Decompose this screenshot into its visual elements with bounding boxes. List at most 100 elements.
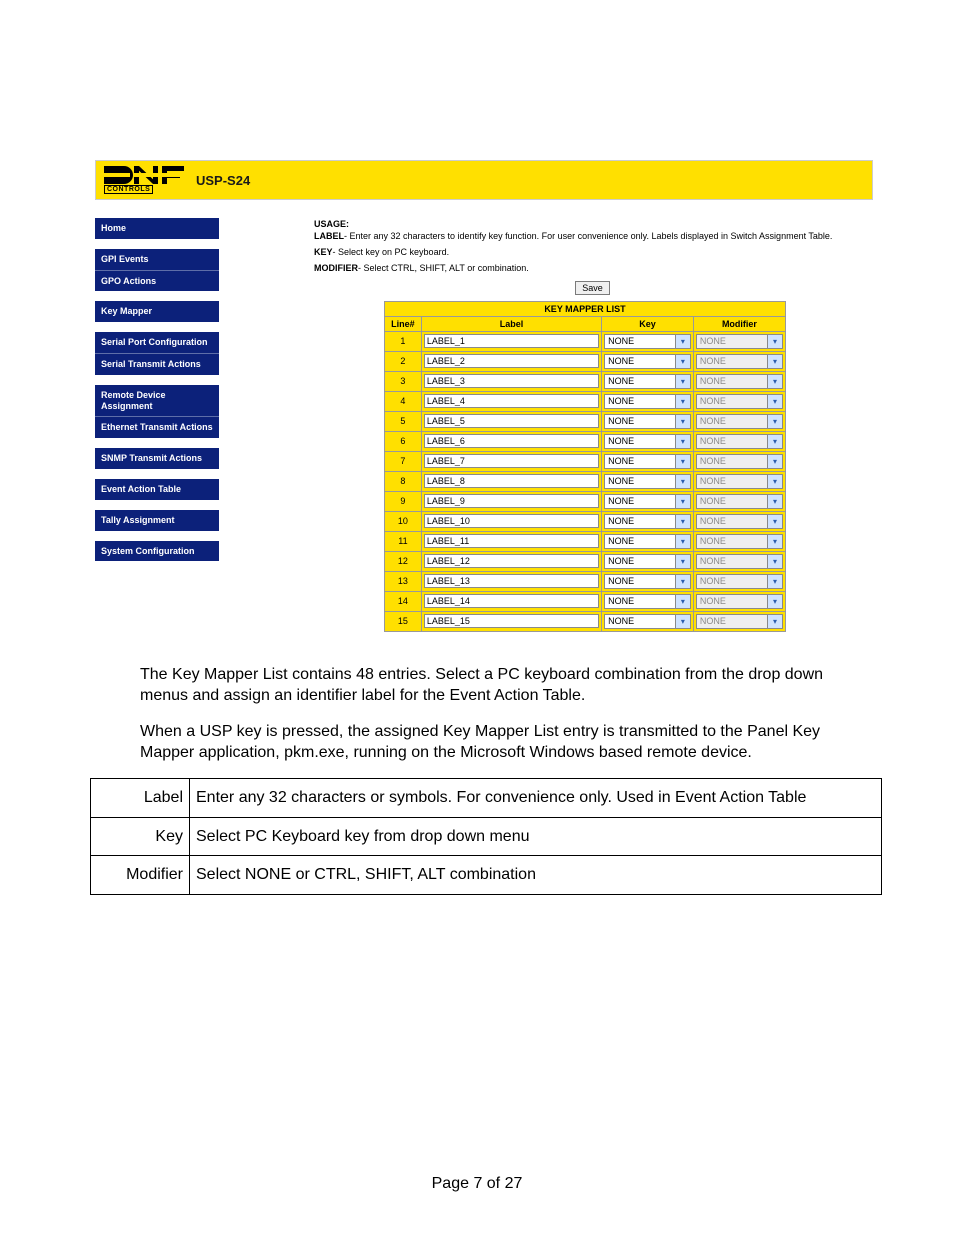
modifier-select: NONE▾ xyxy=(696,614,783,629)
label-input[interactable] xyxy=(424,354,599,368)
key-mapper-row: 5 NONE ▾ NONE ▾ xyxy=(385,411,786,431)
key-select[interactable]: NONE ▾ xyxy=(604,554,691,569)
chevron-down-icon: ▾ xyxy=(675,455,690,468)
chevron-down-icon: ▾ xyxy=(767,355,782,368)
label-input[interactable] xyxy=(424,334,599,348)
sidebar-item-ethernet-transmit-actions[interactable]: Ethernet Transmit Actions xyxy=(95,417,219,438)
save-button[interactable]: Save xyxy=(575,281,610,295)
sidebar-item-gpi-events[interactable]: GPI Events xyxy=(95,249,219,271)
key-mapper-row: 3NONE▾NONE▾ xyxy=(385,371,786,391)
chevron-down-icon: ▾ xyxy=(767,535,782,548)
sidebar-item-gpo-actions[interactable]: GPO Actions xyxy=(95,271,219,292)
cell-line-number: 6 xyxy=(385,431,422,451)
chevron-down-icon: ▾ xyxy=(767,595,782,608)
sidebar-item-snmp-transmit-actions[interactable]: SNMP Transmit Actions xyxy=(95,448,219,469)
sidebar-item-tally-assignment[interactable]: Tally Assignment xyxy=(95,510,219,531)
key-select-value: NONE xyxy=(608,456,634,466)
key-select[interactable]: NONE ▾ xyxy=(604,414,691,429)
cell-line-number: 3 xyxy=(385,371,422,391)
key-select[interactable]: NONE▾ xyxy=(604,394,691,409)
chevron-down-icon: ▾ xyxy=(767,515,782,528)
modifier-select-value: NONE xyxy=(700,616,726,626)
definition-row: LabelEnter any 32 characters or symbols.… xyxy=(91,778,882,817)
cell-line-number: 7 xyxy=(385,451,422,471)
label-input[interactable] xyxy=(424,474,599,488)
dnf-logo: CONTROLS xyxy=(104,166,186,194)
label-input[interactable] xyxy=(424,454,599,468)
modifier-select: NONE▾ xyxy=(696,594,783,609)
sidebar-item-event-action-table[interactable]: Event Action Table xyxy=(95,479,219,500)
modifier-select: NONE ▾ xyxy=(696,434,783,449)
chevron-down-icon: ▾ xyxy=(767,555,782,568)
chevron-down-icon: ▾ xyxy=(675,555,690,568)
label-input[interactable] xyxy=(424,414,599,428)
key-mapper-row: 15NONE▾NONE▾ xyxy=(385,611,786,631)
key-mapper-row: 12NONE▾NONE▾ xyxy=(385,551,786,571)
chevron-down-icon: ▾ xyxy=(767,375,782,388)
label-input[interactable] xyxy=(424,434,599,448)
chevron-down-icon: ▾ xyxy=(767,495,782,508)
chevron-down-icon: ▾ xyxy=(675,415,690,428)
sidebar: Home GPI EventsGPO Actions Key Mapper Seria… xyxy=(95,218,219,632)
key-select[interactable]: NONE▾ xyxy=(604,614,691,629)
chevron-down-icon: ▾ xyxy=(675,615,690,628)
key-select-value: NONE xyxy=(608,356,634,366)
key-select[interactable]: NONE▾ xyxy=(604,434,691,449)
label-input[interactable] xyxy=(424,554,599,568)
label-input[interactable] xyxy=(424,614,599,628)
label-input[interactable] xyxy=(424,394,599,408)
modifier-select-value: NONE xyxy=(700,356,726,366)
chevron-down-icon: ▾ xyxy=(675,375,690,388)
key-select[interactable]: NONE▾ xyxy=(604,594,691,609)
label-input[interactable] xyxy=(424,494,599,508)
cell-line-number: 2 xyxy=(385,351,422,371)
modifier-select: NONE▾ xyxy=(696,494,783,509)
modifier-select: NONE ▾ xyxy=(696,474,783,489)
definition-row: KeySelect PC Keyboard key from drop down… xyxy=(91,817,882,856)
chevron-down-icon: ▾ xyxy=(767,435,782,448)
cell-line-number: 5 xyxy=(385,411,422,431)
chevron-down-icon: ▾ xyxy=(675,395,690,408)
sidebar-item-key-mapper[interactable]: Key Mapper xyxy=(95,301,219,322)
label-input[interactable] xyxy=(424,574,599,588)
key-select[interactable]: NONE▾ xyxy=(604,374,691,389)
key-select[interactable]: NONE ▾ xyxy=(604,354,691,369)
sidebar-item-serial-port-configuration[interactable]: Serial Port Configuration xyxy=(95,332,219,354)
key-select[interactable]: NONE▾ xyxy=(604,474,691,489)
label-input[interactable] xyxy=(424,374,599,388)
sidebar-item-serial-transmit-actions[interactable]: Serial Transmit Actions xyxy=(95,354,219,375)
usage-block: USAGE: LABEL- Enter any 32 characters to… xyxy=(314,218,871,275)
product-title: USP-S24 xyxy=(196,173,250,188)
key-select[interactable]: NONE▾ xyxy=(604,514,691,529)
sidebar-item-remote-device-assignment[interactable]: Remote Device Assignment xyxy=(95,385,219,418)
chevron-down-icon: ▾ xyxy=(767,475,782,488)
key-select[interactable]: NONE▾ xyxy=(604,574,691,589)
sidebar-item-system-configuration[interactable]: System Configuration xyxy=(95,541,219,562)
key-select-value: NONE xyxy=(608,436,634,446)
modifier-select: NONE ▾ xyxy=(696,414,783,429)
definition-desc: Enter any 32 characters or symbols. For … xyxy=(190,778,882,817)
usage-heading: USAGE: xyxy=(314,219,349,229)
key-select[interactable]: NONE▾ xyxy=(604,494,691,509)
key-select[interactable]: NONE ▾ xyxy=(604,454,691,469)
chevron-down-icon: ▾ xyxy=(675,355,690,368)
modifier-select-value: NONE xyxy=(700,476,726,486)
modifier-select: NONE▾ xyxy=(696,454,783,469)
modifier-select-value: NONE xyxy=(700,456,726,466)
key-mapper-row: 4NONE▾NONE▾ xyxy=(385,391,786,411)
chevron-down-icon: ▾ xyxy=(767,415,782,428)
modifier-select-value: NONE xyxy=(700,436,726,446)
modifier-select-value: NONE xyxy=(700,336,726,346)
modifier-select: NONE ▾ xyxy=(696,354,783,369)
key-select[interactable]: NONE▾ xyxy=(604,334,691,349)
key-select-value: NONE xyxy=(608,516,634,526)
modifier-select-value: NONE xyxy=(700,416,726,426)
chevron-down-icon: ▾ xyxy=(675,495,690,508)
sidebar-item-home[interactable]: Home xyxy=(95,218,219,239)
key-select-value: NONE xyxy=(608,556,634,566)
label-input[interactable] xyxy=(424,514,599,528)
key-select-value: NONE xyxy=(608,416,634,426)
label-input[interactable] xyxy=(424,534,599,548)
key-select[interactable]: NONE▾ xyxy=(604,534,691,549)
label-input[interactable] xyxy=(424,594,599,608)
